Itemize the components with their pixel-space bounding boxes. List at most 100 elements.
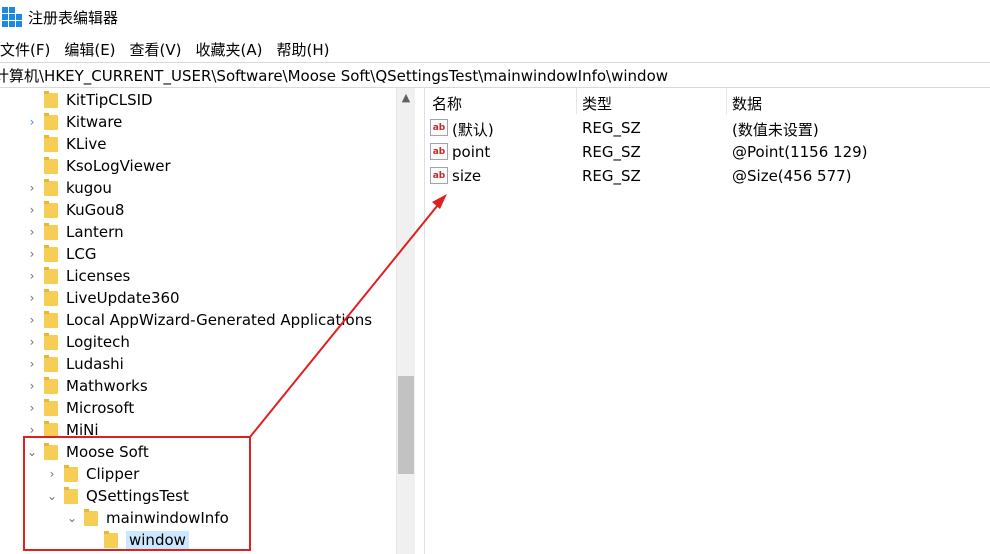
column-header-type[interactable]: 类型 xyxy=(582,93,612,114)
tree-item-logitech[interactable]: › Logitech xyxy=(24,331,130,353)
expander-icon[interactable]: › xyxy=(24,400,40,416)
tree-item-qsettingstest[interactable]: ⌄ QSettingsTest xyxy=(44,485,189,507)
folder-icon xyxy=(44,112,58,130)
tree-item-kitware[interactable]: › Kitware xyxy=(24,111,122,133)
folder-icon xyxy=(44,332,58,350)
menu-help[interactable]: 帮助(H) xyxy=(276,39,336,60)
expander-icon[interactable] xyxy=(24,92,40,108)
expander-icon[interactable]: › xyxy=(24,202,40,218)
column-header-name[interactable]: 名称 xyxy=(432,93,462,114)
expander-icon[interactable] xyxy=(24,158,40,174)
tree-scrollbar[interactable]: ▲ xyxy=(397,88,415,554)
expander-icon[interactable]: › xyxy=(24,422,40,438)
tree-item-klive[interactable]: KLive xyxy=(24,133,106,155)
value-row[interactable]: ab size REG_SZ @Size(456 577) xyxy=(426,164,990,188)
address-bar[interactable]: 计算机\HKEY_CURRENT_USER\Software\Moose Sof… xyxy=(0,62,990,88)
expander-icon[interactable]: › xyxy=(24,114,40,130)
tree-item-mainwindowinfo[interactable]: ⌄ mainwindowInfo xyxy=(64,507,229,529)
tree-item-label: LiveUpdate360 xyxy=(66,289,180,307)
expander-icon[interactable]: ⌄ xyxy=(24,444,40,460)
folder-icon xyxy=(44,398,58,416)
tree-item-ludashi[interactable]: › Ludashi xyxy=(24,353,124,375)
folder-icon xyxy=(44,134,58,152)
value-type: REG_SZ xyxy=(582,167,641,185)
tree-item-label: Ludashi xyxy=(66,355,124,373)
folder-icon xyxy=(44,310,58,328)
tree-item-microsoft[interactable]: › Microsoft xyxy=(24,397,134,419)
tree-item-licenses[interactable]: › Licenses xyxy=(24,265,130,287)
expander-icon xyxy=(84,532,100,548)
expander-icon[interactable]: ⌄ xyxy=(44,488,60,504)
tree-item-liveupdate360[interactable]: › LiveUpdate360 xyxy=(24,287,180,309)
title-bar: 注册表编辑器 xyxy=(0,0,990,34)
tree-item-label: KitTipCLSID xyxy=(66,91,153,109)
folder-icon xyxy=(44,354,58,372)
expander-icon[interactable]: › xyxy=(24,290,40,306)
expander-icon[interactable]: › xyxy=(24,180,40,196)
tree-item-label: KLive xyxy=(66,135,107,153)
expander-icon[interactable]: › xyxy=(44,466,60,482)
tree-item-mini[interactable]: › MiNi xyxy=(24,419,99,441)
tree-item-ksologviewer[interactable]: KsoLogViewer xyxy=(24,155,171,177)
tree-item-label: Clipper xyxy=(86,465,140,483)
menu-favorites[interactable]: 收藏夹(A) xyxy=(196,39,270,60)
menu-edit[interactable]: 编辑(E) xyxy=(64,39,122,60)
expander-icon[interactable]: › xyxy=(24,334,40,350)
tree-item-moose-soft[interactable]: ⌄ Moose Soft xyxy=(24,441,149,463)
folder-icon xyxy=(44,376,58,394)
tree-item-label: mainwindowInfo xyxy=(106,509,229,527)
value-row[interactable]: ab (默认) REG_SZ (数值未设置) xyxy=(426,116,990,140)
folder-icon xyxy=(44,156,58,174)
string-value-icon: ab xyxy=(430,167,448,184)
folder-icon xyxy=(64,486,78,504)
expander-icon[interactable]: › xyxy=(24,224,40,240)
folder-icon xyxy=(44,266,58,284)
expander-icon[interactable]: › xyxy=(24,356,40,372)
folder-icon xyxy=(44,200,58,218)
column-header-data[interactable]: 数据 xyxy=(732,93,762,114)
folder-icon xyxy=(84,508,98,526)
value-type: REG_SZ xyxy=(582,143,641,161)
column-separator[interactable] xyxy=(726,88,727,114)
scrollbar-thumb[interactable] xyxy=(398,376,414,474)
value-data: @Size(456 577) xyxy=(732,167,852,185)
expander-icon[interactable]: › xyxy=(24,312,40,328)
menu-file[interactable]: 文件(F) xyxy=(0,39,57,60)
folder-icon xyxy=(44,442,58,460)
menu-bar: 文件(F) 编辑(E) 查看(V) 收藏夹(A) 帮助(H) xyxy=(0,36,343,62)
tree-item-kugou8[interactable]: › KuGou8 xyxy=(24,199,124,221)
menu-view[interactable]: 查看(V) xyxy=(130,39,189,60)
expander-icon[interactable]: › xyxy=(24,378,40,394)
list-header: 名称 类型 数据 xyxy=(426,88,990,114)
address-path[interactable]: 计算机\HKEY_CURRENT_USER\Software\Moose Sof… xyxy=(0,65,668,86)
tree-item-label: QSettingsTest xyxy=(86,487,189,505)
expander-icon[interactable]: › xyxy=(24,268,40,284)
tree-item-local-appwizard[interactable]: › Local AppWizard-Generated Applications xyxy=(24,309,372,331)
tree-item-label: Licenses xyxy=(66,267,131,285)
column-separator[interactable] xyxy=(576,88,577,114)
registry-key-tree: KitTipCLSID › Kitware KLive KsoLogViewer … xyxy=(0,88,397,554)
folder-icon xyxy=(44,222,58,240)
pane-divider[interactable] xyxy=(424,88,425,554)
regedit-app-icon xyxy=(2,7,22,27)
tree-item-kugou[interactable]: › kugou xyxy=(24,177,112,199)
values-list: 名称 类型 数据 ab (默认) REG_SZ (数值未设置) ab point… xyxy=(426,88,990,554)
tree-item-clipper[interactable]: › Clipper xyxy=(44,463,139,485)
expander-icon[interactable]: ⌄ xyxy=(64,510,80,526)
expander-icon[interactable] xyxy=(24,136,40,152)
folder-icon xyxy=(44,244,58,262)
tree-item-lantern[interactable]: › Lantern xyxy=(24,221,124,243)
scroll-up-icon[interactable]: ▲ xyxy=(397,88,415,106)
tree-item-label: Mathworks xyxy=(66,377,148,395)
tree-item-kittipclsid[interactable]: KitTipCLSID xyxy=(24,89,153,111)
tree-item-lcg[interactable]: › LCG xyxy=(24,243,96,265)
folder-icon xyxy=(104,530,118,548)
tree-item-mathworks[interactable]: › Mathworks xyxy=(24,375,148,397)
value-name: (默认) xyxy=(452,121,494,139)
expander-icon[interactable]: › xyxy=(24,246,40,262)
tree-item-window[interactable]: window xyxy=(84,529,189,551)
string-value-icon: ab xyxy=(430,119,448,136)
value-row[interactable]: ab point REG_SZ @Point(1156 129) xyxy=(426,140,990,164)
window-title: 注册表编辑器 xyxy=(28,8,119,27)
tree-item-label: Moose Soft xyxy=(66,443,149,461)
